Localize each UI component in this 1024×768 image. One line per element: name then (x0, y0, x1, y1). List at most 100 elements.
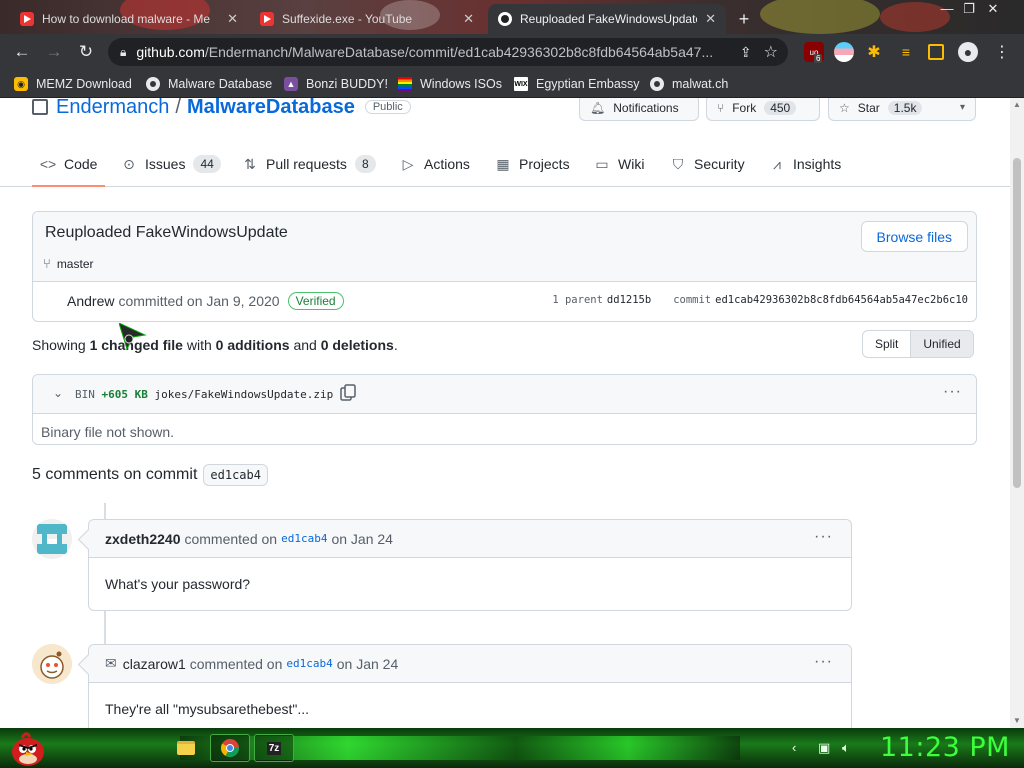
url-text: github.com/Endermanch/MalwareDatabase/co… (136, 44, 714, 60)
profile-avatar[interactable]: ● (958, 42, 978, 62)
comment-date[interactable]: on Jan 24 (331, 531, 393, 547)
unified-view-button[interactable]: Unified (910, 331, 973, 357)
puzzle-icon[interactable]: ✱ (864, 42, 884, 62)
scroll-up-icon[interactable]: ▲ (1012, 100, 1022, 109)
comment-author-link[interactable]: zxdeth2240 (105, 531, 180, 547)
tray-expand-icon[interactable]: ‹ (792, 740, 796, 755)
wix-icon: WIX (514, 77, 528, 91)
close-tab-icon[interactable]: ✕ (705, 11, 716, 27)
tab-actions[interactable]: ▷ Actions (400, 153, 470, 175)
notifications-label: Notifications (613, 100, 679, 115)
maximize-button[interactable]: ❐ (958, 0, 980, 20)
sidepanel-icon[interactable] (928, 44, 944, 60)
shield-icon: ⛉ (672, 155, 684, 172)
bookmark-egyptian-embassy[interactable]: WIX Egyptian Embassy (514, 75, 640, 93)
rainbow-flag-icon (398, 77, 412, 91)
chevron-down-icon[interactable]: ⌄ (53, 386, 63, 400)
back-icon[interactable]: ← (10, 40, 34, 64)
bookmark-bonzi[interactable]: ▲ Bonzi BUDDY! (284, 75, 388, 93)
close-window-button[interactable]: ✕ (982, 0, 1004, 20)
bookmark-malwatch[interactable]: malwat.ch (650, 75, 728, 93)
share-icon[interactable]: ⇪ (740, 44, 752, 61)
forward-icon[interactable]: → (42, 40, 66, 64)
scrollbar-thumb[interactable] (1013, 158, 1021, 488)
tab-pull-requests[interactable]: ⇅ Pull requests 8 (242, 153, 376, 175)
comment-action: commented on (184, 530, 278, 547)
repo-owner-link[interactable]: Endermanch (56, 98, 169, 119)
pull-request-icon: ⇅ (244, 155, 256, 172)
parent-sha-link[interactable]: dd1215b (607, 294, 651, 306)
commit-author-link[interactable]: Andrew (67, 293, 114, 309)
volume-icon[interactable]: 🔈︎ (842, 740, 850, 756)
scroll-down-icon[interactable]: ▼ (1012, 716, 1022, 725)
tab-title: How to download malware - Me (42, 12, 211, 26)
fork-icon: ⑂ (717, 100, 725, 115)
bookmark-malware-database[interactable]: Malware Database (146, 75, 272, 93)
reload-icon[interactable]: ↻ (74, 40, 98, 64)
deletions-count: 0 deletions (320, 337, 394, 353)
branch-label[interactable]: ⑂ master (43, 256, 94, 271)
repo-header: Endermanch / MalwareDatabase Public (32, 98, 411, 118)
fork-count: 450 (764, 100, 797, 115)
bookmark-label: Egyptian Embassy (536, 77, 640, 91)
comment-date[interactable]: on Jan 24 (337, 656, 399, 672)
repo-name-link[interactable]: MalwareDatabase (187, 98, 355, 119)
file-path-link[interactable]: jokes/FakeWindowsUpdate.zip (154, 388, 333, 401)
avatar[interactable] (32, 519, 72, 559)
close-tab-icon[interactable]: ✕ (463, 11, 474, 27)
commit-sha-info: 1 parent dd1215b commit ed1cab42936302b8… (552, 294, 968, 306)
comment-sha-link[interactable]: ed1cab4 (281, 532, 327, 545)
comment-header: zxdeth2240 commented on ed1cab4 on Jan 2… (89, 520, 851, 558)
file-explorer-icon[interactable] (166, 734, 206, 762)
address-bar[interactable]: 🔒︎ github.com/Endermanch/MalwareDatabase… (108, 38, 788, 66)
star-dropdown-icon[interactable]: ▾ (960, 102, 965, 113)
copy-icon[interactable] (340, 384, 356, 402)
tab-projects[interactable]: ▦ Projects (495, 153, 569, 175)
tab-label: Pull requests (266, 156, 347, 172)
github-commit-page: Endermanch / MalwareDatabase Public 🔔︎ N… (0, 98, 1010, 728)
fork-button[interactable]: ⑂ Fork 450 (706, 98, 820, 121)
tab-github-commit[interactable]: Reuploaded FakeWindowsUpdate ✕ (488, 4, 726, 34)
github-icon (650, 77, 664, 91)
close-tab-icon[interactable]: ✕ (227, 11, 238, 27)
fork-label: Fork (732, 100, 757, 115)
star-button[interactable]: ☆ Star 1.5k ▾ (828, 98, 976, 121)
file-more-icon[interactable]: ··· (943, 383, 962, 401)
taskbar-clock[interactable]: 11:23 PM (880, 732, 1010, 763)
tab-suffexide-video[interactable]: Suffexide.exe - YouTube ✕ (250, 4, 484, 34)
split-view-button[interactable]: Split (863, 331, 910, 357)
minimize-button[interactable]: — (936, 0, 958, 20)
tab-insights[interactable]: ⩘ Insights (769, 153, 841, 175)
tab-code[interactable]: <> Code (31, 153, 107, 187)
tab-security[interactable]: ⛉ Security (670, 153, 745, 175)
comment-author-link[interactable]: clazarow1 (123, 656, 186, 672)
page-scrollbar[interactable]: ▲ ▼ (1010, 98, 1024, 728)
tab-malware-video[interactable]: How to download malware - Me ✕ (10, 4, 248, 34)
tab-issues[interactable]: ⊙ Issues 44 (121, 153, 221, 175)
bookmark-star-icon[interactable]: ☆ (764, 42, 778, 62)
tab-wiki[interactable]: ▭ Wiki (594, 153, 644, 175)
comment-sha-link[interactable]: ed1cab4 (286, 657, 332, 670)
flag-extension-icon[interactable] (834, 42, 854, 62)
code-icon: <> (39, 156, 57, 172)
media-icon[interactable]: ≡ (896, 42, 916, 62)
chrome-taskbar-icon[interactable] (210, 734, 250, 762)
commit-title: Reuploaded FakeWindowsUpdate (45, 224, 288, 241)
bookmark-windows-isos[interactable]: Windows ISOs (398, 75, 502, 93)
verified-badge[interactable]: Verified (287, 292, 344, 310)
start-button-angry-bird-icon[interactable] (8, 728, 48, 768)
menu-kebab-icon[interactable]: ⋮ (992, 42, 1012, 62)
comment-more-icon[interactable]: ··· (814, 528, 833, 546)
bell-icon: 🔔︎ (590, 100, 606, 115)
new-tab-button[interactable]: + (732, 4, 756, 34)
network-icon[interactable]: ▣ (818, 740, 830, 756)
pull-requests-count: 8 (354, 155, 376, 173)
bookmark-memz[interactable]: ◉ MEMZ Download (14, 75, 132, 93)
comment-more-icon[interactable]: ··· (814, 653, 833, 671)
avatar[interactable] (32, 644, 72, 684)
7zip-icon[interactable]: 7z (254, 734, 294, 762)
browse-files-button[interactable]: Browse files (860, 221, 968, 252)
commit-box: Reuploaded FakeWindowsUpdate ⑂ master Br… (32, 211, 977, 322)
diff-view-toggle: Split Unified (862, 330, 974, 358)
notifications-button[interactable]: 🔔︎ Notifications (579, 98, 699, 121)
